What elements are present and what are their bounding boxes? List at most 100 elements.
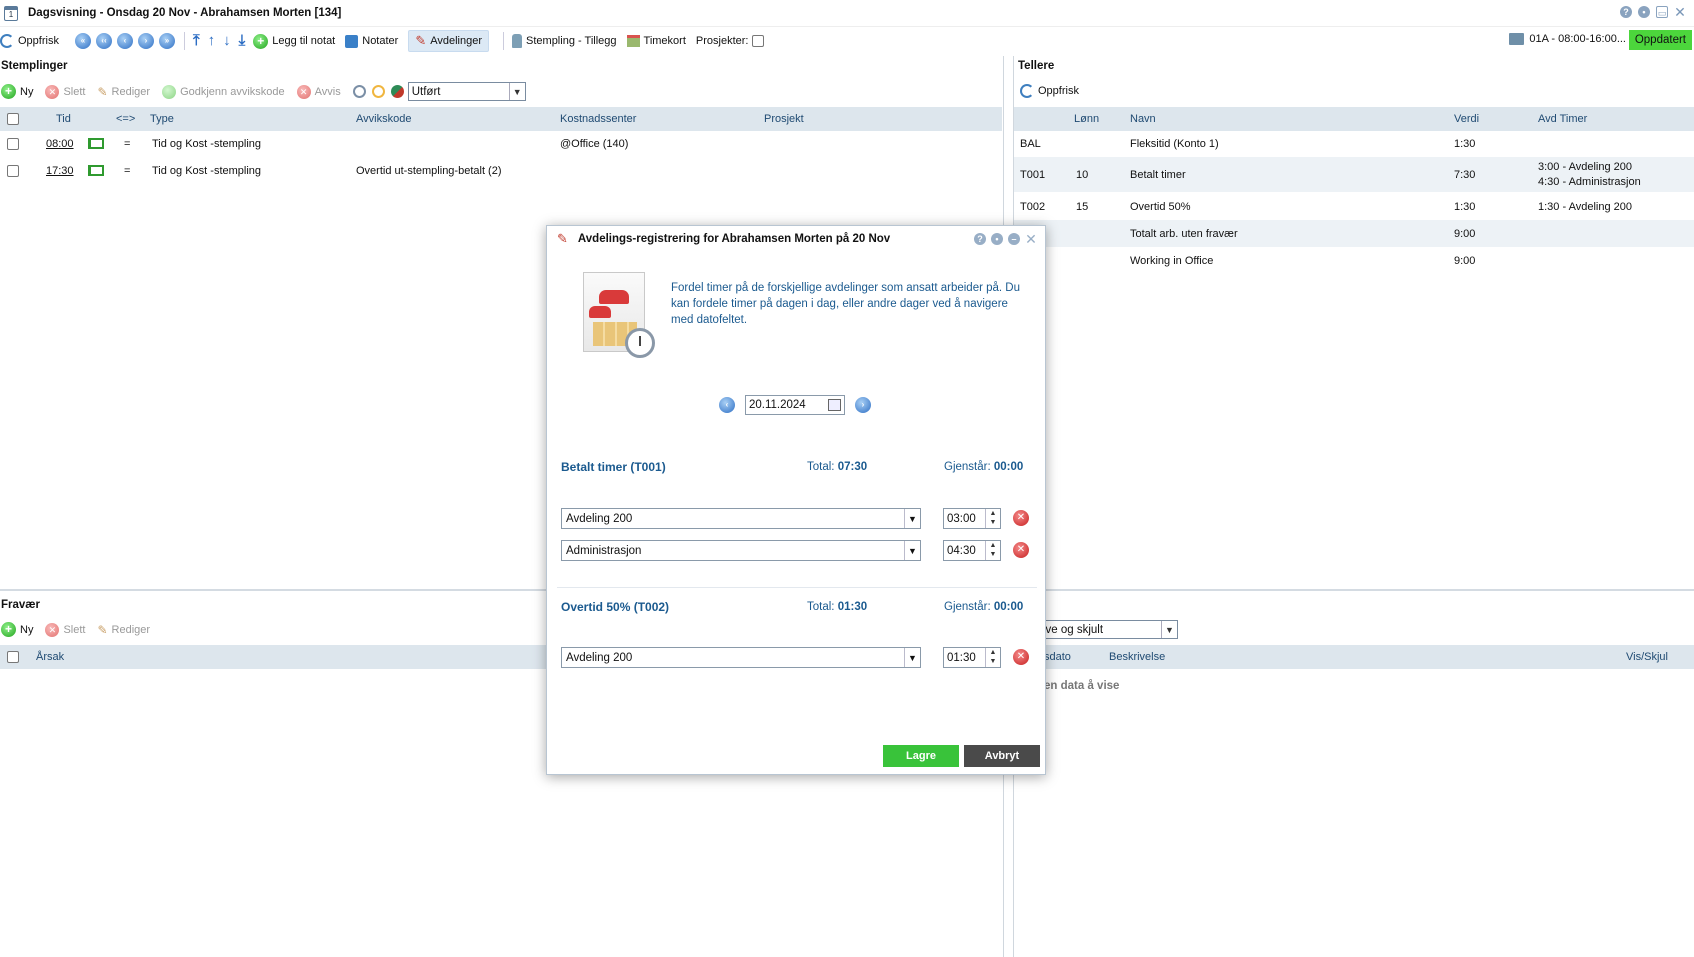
- move-top-icon[interactable]: ⤒: [193, 33, 200, 49]
- counter-value: 9:00: [1454, 227, 1476, 240]
- toolbar-divider: [503, 32, 505, 50]
- hours-stepper[interactable]: 04:30 ▲ ▼: [943, 540, 1001, 561]
- department-select[interactable]: Avdeling 200 ▼: [561, 508, 921, 529]
- stamping-extra-button[interactable]: Stempling - Tillegg: [512, 34, 617, 48]
- col-visibility[interactable]: Vis/Skjul: [1626, 651, 1668, 663]
- minimize-icon[interactable]: –: [1008, 233, 1020, 245]
- stepper-arrows[interactable]: ▲ ▼: [985, 509, 1000, 528]
- restore-icon[interactable]: ▭: [1656, 6, 1668, 18]
- status-select[interactable]: Utført ▼: [407, 82, 526, 101]
- prev-day-icon[interactable]: ‹: [116, 33, 133, 49]
- next-week-icon[interactable]: »: [158, 33, 175, 49]
- refresh-button[interactable]: Oppfrisk: [0, 34, 59, 48]
- move-down-icon[interactable]: ↓: [223, 33, 231, 49]
- counter-dept-line: 4:30 - Administrasjon: [1538, 176, 1641, 188]
- col-cost-center[interactable]: Kostnadssenter: [560, 113, 636, 125]
- notes-icon: [345, 34, 359, 48]
- table-row[interactable]: 17:30 = Tid og Kost -stempling Overtid u…: [0, 157, 1002, 184]
- section-remaining: Gjenstår: 00:00: [944, 601, 1023, 613]
- row-checkbox[interactable]: [7, 164, 19, 177]
- stepper-arrows[interactable]: ▲ ▼: [985, 648, 1000, 667]
- shift-info[interactable]: 01A - 08:00-16:00...: [1509, 33, 1626, 45]
- departments-button[interactable]: ✎ Avdelinger: [408, 30, 490, 52]
- date-navigator: ‹ 20.11.2024 ›: [719, 395, 871, 415]
- department-select[interactable]: Administrasjon ▼: [561, 540, 921, 561]
- stamp-code: Overtid ut-stempling-betalt (2): [356, 164, 502, 177]
- reject-button[interactable]: ✕ Avvis: [296, 84, 341, 99]
- delete-icon: ✕: [45, 622, 60, 637]
- history-button[interactable]: [352, 85, 366, 98]
- help-icon[interactable]: ?: [1620, 6, 1632, 18]
- edit-absence-button[interactable]: ✎ Rediger: [97, 623, 150, 637]
- stamp-time-link[interactable]: 08:00: [46, 138, 74, 150]
- move-bottom-icon[interactable]: ⤓: [239, 33, 246, 49]
- col-reason[interactable]: Årsak: [36, 651, 64, 663]
- col-date-label[interactable]: sdato: [1044, 651, 1071, 663]
- stamping-extra-label: Stempling - Tillegg: [526, 35, 617, 47]
- col-type[interactable]: Type: [150, 113, 174, 125]
- cancel-button[interactable]: Avbryt: [964, 745, 1040, 767]
- clock-icon: [352, 85, 366, 98]
- add-note-button[interactable]: + Legg til notat: [253, 33, 335, 49]
- first-day-icon[interactable]: «: [74, 33, 91, 49]
- close-icon[interactable]: ✕: [1674, 5, 1686, 19]
- col-value[interactable]: Verdi: [1454, 113, 1479, 125]
- edit-stamp-button[interactable]: ✎ Rediger: [97, 85, 150, 99]
- pending-button[interactable]: [371, 85, 385, 98]
- col-dept-hours[interactable]: Avd Timer: [1538, 113, 1587, 125]
- new-absence-button[interactable]: + Ny: [1, 622, 33, 637]
- col-direction[interactable]: <=>: [116, 113, 135, 125]
- prev-week-icon[interactable]: ‹‹: [95, 33, 112, 49]
- select-all-checkbox[interactable]: [7, 651, 19, 663]
- col-project[interactable]: Prosjekt: [764, 113, 804, 125]
- stamp-type: Tid og Kost -stempling: [152, 137, 262, 150]
- table-row[interactable]: 08:00 = Tid og Kost -stempling @Office (…: [0, 130, 1002, 157]
- col-salary[interactable]: Lønn: [1074, 113, 1099, 125]
- col-description[interactable]: Beskrivelse: [1109, 651, 1165, 663]
- counters-grid-header: Lønn Navn Verdi Avd Timer: [1014, 107, 1694, 131]
- new-stamp-button[interactable]: + Ny: [1, 84, 33, 99]
- settings-icon[interactable]: •: [1638, 6, 1650, 18]
- select-all-checkbox[interactable]: [7, 113, 19, 125]
- updated-button[interactable]: Oppdatert: [1628, 30, 1692, 50]
- col-deviation-code[interactable]: Avvikskode: [356, 113, 411, 125]
- next-date-icon[interactable]: ›: [855, 397, 871, 413]
- counters-refresh-button[interactable]: Oppfrisk: [1020, 84, 1079, 98]
- close-icon[interactable]: ✕: [1025, 232, 1037, 246]
- calendar-picker-icon[interactable]: [828, 399, 841, 411]
- col-name[interactable]: Navn: [1130, 113, 1156, 125]
- counter-name: Betalt timer: [1130, 168, 1186, 181]
- counters-heading: Tellere: [1018, 60, 1055, 72]
- hours-stepper[interactable]: 01:30 ▲ ▼: [943, 647, 1001, 668]
- remaining-value: 00:00: [993, 601, 1024, 613]
- dialog-title-bar[interactable]: ✎ Avdelings-registrering for Abrahamsen …: [547, 226, 1045, 252]
- save-button[interactable]: Lagre: [883, 745, 959, 767]
- notes-filter-select[interactable]: ktive og skjult ▼: [1030, 620, 1178, 639]
- approve-code-button[interactable]: Godkjenn avvikskode: [162, 84, 285, 99]
- col-time[interactable]: Tid: [56, 113, 71, 125]
- plus-icon: +: [1, 622, 16, 637]
- delete-stamp-button[interactable]: ✕ Slett: [45, 84, 85, 99]
- department-select[interactable]: Avdeling 200 ▼: [561, 647, 921, 668]
- remove-row-icon[interactable]: ✕: [1013, 542, 1029, 558]
- hours-stepper[interactable]: 03:00 ▲ ▼: [943, 508, 1001, 529]
- row-checkbox[interactable]: [7, 137, 19, 150]
- date-field[interactable]: 20.11.2024: [745, 395, 845, 415]
- settings-icon[interactable]: •: [991, 233, 1003, 245]
- prev-date-icon[interactable]: ‹: [719, 397, 735, 413]
- stepper-arrows[interactable]: ▲ ▼: [985, 541, 1000, 560]
- chevron-down-icon: ▼: [904, 648, 920, 667]
- remove-row-icon[interactable]: ✕: [1013, 649, 1029, 665]
- notes-button[interactable]: Notater: [345, 34, 398, 48]
- stamps-heading: Stemplinger: [1, 60, 68, 72]
- next-day-icon[interactable]: ›: [137, 33, 154, 49]
- move-up-icon[interactable]: ↑: [208, 33, 216, 49]
- department-illustration-icon: [583, 272, 655, 358]
- color-button[interactable]: [390, 85, 404, 98]
- projects-checkbox[interactable]: [752, 35, 765, 47]
- stamp-time-link[interactable]: 17:30: [46, 165, 74, 177]
- remove-row-icon[interactable]: ✕: [1013, 510, 1029, 526]
- timecard-button[interactable]: Timekort: [626, 35, 686, 47]
- delete-absence-button[interactable]: ✕ Slett: [45, 622, 85, 637]
- help-icon[interactable]: ?: [974, 233, 986, 245]
